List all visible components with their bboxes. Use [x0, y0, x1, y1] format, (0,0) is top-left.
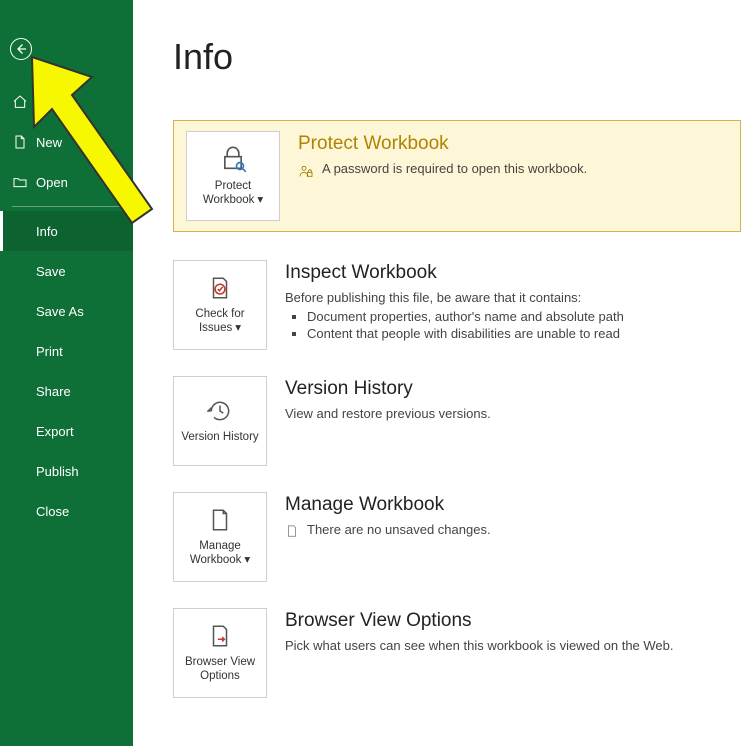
- nav-divider: [12, 206, 121, 207]
- protect-workbook-section: Protect Workbook▾ Protect Workbook A pas…: [173, 120, 741, 232]
- version-history-section: Version History Version History View and…: [173, 376, 741, 466]
- protect-heading: Protect Workbook: [298, 133, 587, 155]
- nav-lower-group: Info Save Save As Print Share Export Pub…: [0, 211, 133, 531]
- nav-close-label: Close: [36, 504, 69, 519]
- inspect-workbook-section: Check for Issues▾ Inspect Workbook Befor…: [173, 260, 741, 350]
- manage-desc: There are no unsaved changes.: [307, 522, 491, 537]
- browser-heading: Browser View Options: [285, 610, 674, 632]
- browser-view-section: Browser View Options Browser View Option…: [173, 608, 741, 698]
- check-tile-label: Check for Issues▾: [174, 307, 266, 336]
- lock-search-icon: [219, 145, 247, 173]
- nav-home-label: Home: [36, 95, 71, 110]
- history-icon: [207, 398, 233, 424]
- version-history-tile[interactable]: Version History: [173, 376, 267, 466]
- check-for-issues-tile[interactable]: Check for Issues▾: [173, 260, 267, 350]
- protect-workbook-tile[interactable]: Protect Workbook▾: [186, 131, 280, 221]
- chevron-down-icon: ▾: [244, 553, 250, 567]
- version-tile-label: Version History: [177, 430, 262, 444]
- folder-open-icon: [12, 174, 28, 190]
- list-item: Document properties, author's name and a…: [307, 309, 624, 324]
- nav-info[interactable]: Info: [0, 211, 133, 251]
- nav-save-label: Save: [36, 264, 66, 279]
- nav-home[interactable]: Home: [0, 82, 133, 122]
- browser-info: Browser View Options Pick what users can…: [285, 608, 674, 653]
- home-icon: [12, 94, 28, 110]
- protect-info: Protect Workbook A password is required …: [298, 131, 587, 179]
- nav-publish[interactable]: Publish: [0, 451, 133, 491]
- back-button[interactable]: [10, 38, 32, 60]
- user-lock-icon: [298, 163, 314, 179]
- nav-open[interactable]: Open: [0, 162, 133, 202]
- version-desc: View and restore previous versions.: [285, 406, 491, 421]
- page-title: Info: [173, 36, 741, 78]
- protect-desc: A password is required to open this work…: [322, 161, 587, 176]
- inspect-info: Inspect Workbook Before publishing this …: [285, 260, 624, 343]
- nav-save-as-label: Save As: [36, 304, 84, 319]
- nav-print[interactable]: Print: [0, 331, 133, 371]
- arrow-left-icon: [15, 43, 27, 55]
- nav-publish-label: Publish: [36, 464, 79, 479]
- nav-save[interactable]: Save: [0, 251, 133, 291]
- document-arrow-icon: [207, 623, 233, 649]
- manage-heading: Manage Workbook: [285, 494, 491, 516]
- browser-view-options-tile[interactable]: Browser View Options: [173, 608, 267, 698]
- inspect-desc: Before publishing this file, be aware th…: [285, 290, 624, 305]
- nav-print-label: Print: [36, 344, 63, 359]
- manage-info: Manage Workbook There are no unsaved cha…: [285, 492, 491, 538]
- nav-new[interactable]: New: [0, 122, 133, 162]
- nav-share-label: Share: [36, 384, 71, 399]
- document-icon: [207, 507, 233, 533]
- version-heading: Version History: [285, 378, 491, 400]
- new-file-icon: [12, 134, 28, 150]
- chevron-down-icon: ▾: [235, 321, 241, 335]
- manage-tile-label: Manage Workbook▾: [174, 539, 266, 568]
- nav-info-label: Info: [36, 224, 58, 239]
- document-small-icon: [285, 524, 299, 538]
- manage-workbook-tile[interactable]: Manage Workbook▾: [173, 492, 267, 582]
- browser-desc: Pick what users can see when this workbo…: [285, 638, 674, 653]
- protect-tile-label: Protect Workbook▾: [187, 179, 279, 208]
- nav-top-group: Home New Open: [0, 82, 133, 202]
- browser-tile-label: Browser View Options: [174, 655, 266, 684]
- nav-save-as[interactable]: Save As: [0, 291, 133, 331]
- nav-export[interactable]: Export: [0, 411, 133, 451]
- document-check-icon: [207, 275, 233, 301]
- inspect-heading: Inspect Workbook: [285, 262, 624, 284]
- manage-workbook-section: Manage Workbook▾ Manage Workbook There a…: [173, 492, 741, 582]
- nav-open-label: Open: [36, 175, 68, 190]
- backstage-sidebar: Home New Open Info Save Save As Print: [0, 0, 133, 746]
- chevron-down-icon: ▾: [257, 193, 263, 207]
- main-content: Info Protect Workbook▾ Protect Workbook: [133, 0, 755, 746]
- nav-share[interactable]: Share: [0, 371, 133, 411]
- nav-close[interactable]: Close: [0, 491, 133, 531]
- list-item: Content that people with disabilities ar…: [307, 326, 624, 341]
- inspect-issues-list: Document properties, author's name and a…: [307, 309, 624, 341]
- nav-export-label: Export: [36, 424, 74, 439]
- version-info: Version History View and restore previou…: [285, 376, 491, 421]
- nav-new-label: New: [36, 135, 62, 150]
